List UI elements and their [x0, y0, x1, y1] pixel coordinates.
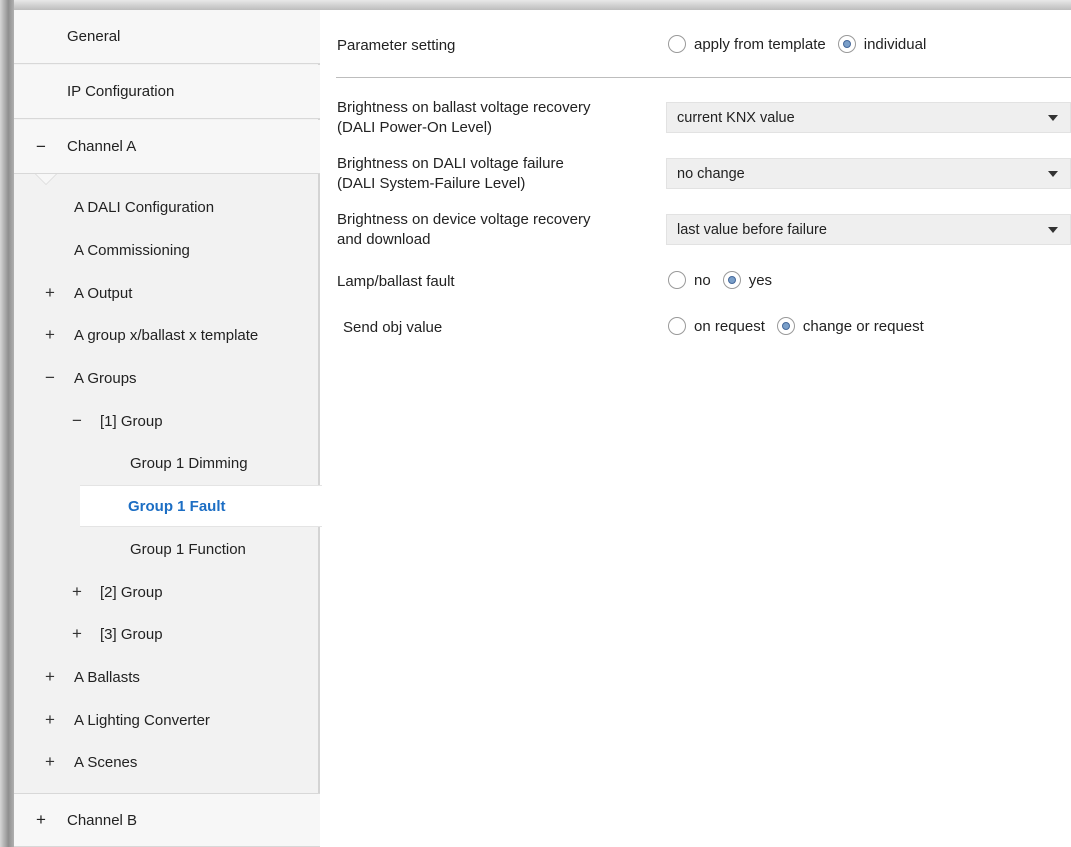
parameter-panel: Parameter setting apply from template in… [322, 10, 1071, 847]
sidebar-item-label: IP Configuration [67, 83, 175, 100]
system-failure-level-dropdown[interactable]: no change [666, 158, 1071, 189]
system-failure-level-row: Brightness on DALI voltage failure (DALI… [322, 154, 1071, 196]
chevron-down-icon [1048, 115, 1058, 121]
sidebar-item-group-1-fault[interactable]: Group 1 Fault [80, 485, 322, 527]
sidebar-item-group-3[interactable]: + [3] Group [14, 613, 320, 655]
expand-icon[interactable]: + [43, 710, 57, 730]
sidebar: General IP Configuration − Channel A A D… [14, 10, 322, 847]
radio-on-request[interactable] [668, 317, 686, 335]
sidebar-item-label: Group 1 Fault [128, 497, 226, 515]
label-line: (DALI Power-On Level) [337, 119, 493, 136]
sidebar-item-label: General [67, 28, 121, 45]
sidebar-item-label: A Output [74, 284, 133, 302]
radio-apply-from-template[interactable] [668, 35, 686, 53]
sidebar-item-ip-configuration[interactable]: IP Configuration [14, 65, 320, 119]
dropdown-value: last value before failure [677, 221, 827, 238]
radio-no[interactable] [668, 271, 686, 289]
label-line: Brightness on DALI voltage failure [337, 155, 564, 172]
radio-label[interactable]: no [694, 272, 711, 289]
radio-change-or-request[interactable] [776, 317, 795, 335]
chevron-down-icon [1048, 227, 1058, 233]
sidebar-item-lighting-converter[interactable]: + A Lighting Converter [14, 699, 320, 741]
collapse-icon[interactable]: − [43, 368, 57, 388]
sidebar-item-label: A Ballasts [74, 668, 140, 686]
sidebar-item-label: Group 1 Function [130, 540, 246, 558]
expand-icon[interactable]: + [43, 283, 57, 303]
sidebar-item-group-template[interactable]: + A group x/ballast x template [14, 314, 320, 356]
lamp-fault-row: Lamp/ballast fault no yes [322, 270, 1071, 294]
parameter-setting-row: Parameter setting apply from template in… [322, 34, 1071, 58]
dropdown-value: current KNX value [677, 109, 795, 126]
dropdown-value: no change [677, 165, 745, 182]
label-line: Brightness on device voltage recovery [337, 211, 591, 228]
power-on-level-row: Brightness on ballast voltage recovery (… [322, 98, 1071, 140]
collapse-icon[interactable]: − [34, 137, 48, 157]
sidebar-item-ballasts[interactable]: + A Ballasts [14, 656, 320, 698]
sidebar-item-group-1-dimming[interactable]: Group 1 Dimming [14, 442, 320, 484]
lamp-fault-radio-group: no yes [668, 271, 784, 289]
sidebar-item-groups[interactable]: − A Groups [14, 357, 320, 399]
divider [336, 77, 1071, 78]
window-frame-left [0, 0, 14, 847]
label-line: (DALI System-Failure Level) [337, 175, 526, 192]
label-line: Brightness on ballast voltage recovery [337, 99, 591, 116]
parameter-setting-label: Parameter setting [337, 37, 456, 54]
system-failure-level-label: Brightness on DALI voltage failure (DALI… [337, 154, 564, 194]
radio-label[interactable]: apply from template [694, 36, 826, 53]
device-recovery-row: Brightness on device voltage recovery an… [322, 210, 1071, 252]
device-recovery-label: Brightness on device voltage recovery an… [337, 210, 590, 250]
expand-icon[interactable]: + [34, 810, 48, 830]
window-frame-top [0, 0, 1071, 10]
radio-individual[interactable] [837, 35, 856, 53]
sidebar-item-label: A Groups [74, 369, 137, 387]
sidebar-item-label: A DALI Configuration [74, 198, 215, 216]
sidebar-item-label: [3] Group [100, 625, 163, 643]
sidebar-item-label: Channel A [67, 138, 137, 155]
expand-icon[interactable]: + [70, 582, 84, 602]
sidebar-item-general[interactable]: General [14, 10, 320, 64]
power-on-level-dropdown[interactable]: current KNX value [666, 102, 1071, 133]
sidebar-item-label: A Scenes [74, 753, 138, 771]
device-recovery-dropdown[interactable]: last value before failure [666, 214, 1071, 245]
send-obj-value-radio-group: on request change or request [668, 317, 936, 335]
sidebar-item-dali-configuration[interactable]: A DALI Configuration [14, 186, 320, 228]
sidebar-item-commissioning[interactable]: A Commissioning [14, 229, 320, 271]
sidebar-item-label: [2] Group [100, 583, 163, 601]
label-line: and download [337, 231, 431, 248]
sidebar-item-scenes[interactable]: + A Scenes [14, 741, 320, 783]
sidebar-item-group-1[interactable]: − [1] Group [14, 400, 320, 442]
radio-label[interactable]: change or request [803, 318, 924, 335]
sidebar-item-channel-b[interactable]: + Channel B [14, 793, 320, 847]
expand-icon[interactable]: + [43, 325, 57, 345]
expand-icon[interactable]: + [43, 752, 57, 772]
sidebar-item-label: Group 1 Dimming [130, 454, 248, 472]
sidebar-item-label: A group x/ballast x template [74, 326, 259, 344]
sidebar-item-label: [1] Group [100, 412, 163, 430]
send-obj-value-label: Send obj value [343, 319, 443, 336]
sidebar-item-group-1-function[interactable]: Group 1 Function [14, 528, 320, 570]
radio-label[interactable]: individual [864, 36, 927, 53]
radio-yes[interactable] [722, 271, 741, 289]
sidebar-item-label: A Commissioning [74, 241, 190, 259]
parameter-setting-radio-group: apply from template individual [668, 35, 938, 53]
sidebar-item-label: Channel B [67, 811, 138, 829]
radio-label[interactable]: on request [694, 318, 765, 335]
expand-icon[interactable]: + [70, 624, 84, 644]
send-obj-value-row: Send obj value on request change or requ… [322, 316, 1071, 340]
expanded-notch [36, 174, 56, 184]
radio-label[interactable]: yes [749, 272, 772, 289]
collapse-icon[interactable]: − [70, 411, 84, 431]
expand-icon[interactable]: + [43, 667, 57, 687]
sidebar-item-output[interactable]: + A Output [14, 272, 320, 314]
power-on-level-label: Brightness on ballast voltage recovery (… [337, 98, 590, 138]
chevron-down-icon [1048, 171, 1058, 177]
lamp-fault-label: Lamp/ballast fault [337, 273, 455, 290]
sidebar-item-group-2[interactable]: + [2] Group [14, 571, 320, 613]
sidebar-item-channel-a[interactable]: − Channel A [14, 120, 320, 174]
sidebar-item-label: A Lighting Converter [74, 711, 210, 729]
